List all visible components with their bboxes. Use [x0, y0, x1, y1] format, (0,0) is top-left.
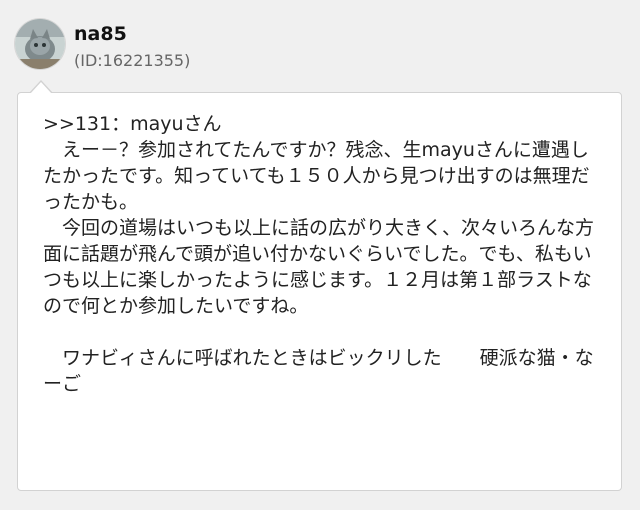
user-avatar[interactable] — [15, 19, 65, 69]
comment-header: na85 (ID:16221355) — [0, 0, 640, 80]
cat-photo-avatar-icon — [15, 19, 65, 69]
user-id: (ID:16221355) — [74, 51, 191, 70]
reply-to-name: ：mayuさん — [111, 113, 222, 135]
bubble-tail-fill — [30, 82, 52, 94]
comment-body: えー－？参加されてたんですか？残念、生mayuさんに遭遇したかったです。知ってい… — [43, 139, 595, 395]
comment-bubble: >>131：mayuさん えー－？参加されてたんですか？残念、生mayuさんに遭… — [17, 92, 622, 491]
reply-link[interactable]: >>131 — [43, 113, 111, 135]
username[interactable]: na85 — [74, 23, 127, 45]
comment-text: >>131：mayuさん えー－？参加されてたんですか？残念、生mayuさんに遭… — [43, 111, 603, 397]
